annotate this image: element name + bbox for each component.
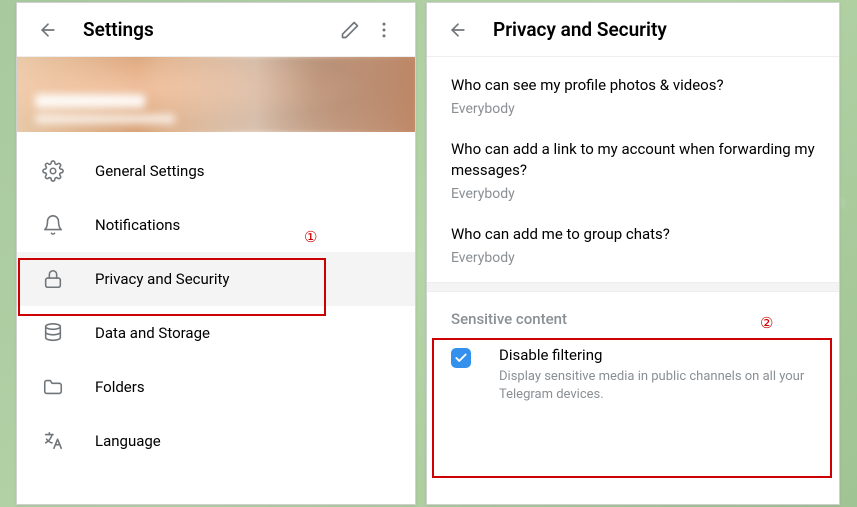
menu-item-label: General Settings (95, 162, 205, 180)
edit-button[interactable] (333, 13, 367, 47)
gear-icon (41, 159, 65, 183)
privacy-title: Privacy and Security (493, 18, 825, 41)
privacy-item-value: Everybody (451, 186, 815, 202)
settings-header: Settings (17, 3, 415, 57)
arrow-left-icon (448, 20, 468, 40)
privacy-item-group-chats[interactable]: Who can add me to group chats? Everybody (427, 206, 839, 270)
checkbox-checked[interactable] (451, 348, 471, 368)
settings-title: Settings (83, 18, 333, 41)
back-button[interactable] (31, 13, 65, 47)
menu-item-folders[interactable]: Folders (17, 360, 415, 414)
menu-item-label: Notifications (95, 216, 180, 234)
privacy-item-label: Who can see my profile photos & videos? (451, 75, 815, 95)
privacy-item-profile-photos[interactable]: Who can see my profile photos & videos? … (427, 57, 839, 121)
lock-icon (41, 267, 65, 291)
checkbox-label: Disable filtering (499, 346, 815, 364)
check-icon (454, 351, 468, 365)
profile-info-blurred (35, 94, 175, 124)
privacy-header: Privacy and Security (427, 3, 839, 57)
arrow-left-icon (38, 20, 58, 40)
menu-item-label: Privacy and Security (95, 270, 230, 288)
menu-item-data-storage[interactable]: Data and Storage (17, 306, 415, 360)
checkbox-description: Display sensitive media in public channe… (499, 368, 815, 404)
privacy-item-label: Who can add a link to my account when fo… (451, 139, 815, 180)
settings-menu: General Settings Notifications Privacy a… (17, 132, 415, 468)
folder-icon (41, 375, 65, 399)
database-icon (41, 321, 65, 345)
menu-item-privacy-security[interactable]: Privacy and Security (17, 252, 415, 306)
annotation-label-2: ② (760, 314, 773, 332)
privacy-panel: Privacy and Security Who can see my prof… (426, 2, 840, 505)
pencil-icon (340, 20, 360, 40)
dots-vertical-icon (374, 20, 394, 40)
settings-panel: Settings General Settings Notifications (16, 2, 416, 505)
section-divider (427, 282, 839, 292)
menu-item-general-settings[interactable]: General Settings (17, 144, 415, 198)
back-button[interactable] (441, 13, 475, 47)
privacy-item-value: Everybody (451, 101, 815, 117)
more-button[interactable] (367, 13, 401, 47)
privacy-item-forward-link[interactable]: Who can add a link to my account when fo… (427, 121, 839, 206)
menu-item-language[interactable]: Language (17, 414, 415, 468)
menu-item-label: Folders (95, 378, 145, 396)
language-icon (41, 429, 65, 453)
annotation-label-1: ① (304, 228, 317, 246)
privacy-item-label: Who can add me to group chats? (451, 224, 815, 244)
disable-filtering-row[interactable]: Disable filtering Display sensitive medi… (427, 334, 839, 412)
sensitive-content-heading: Sensitive content (427, 292, 839, 334)
profile-cover[interactable] (17, 57, 415, 132)
bell-icon (41, 213, 65, 237)
privacy-item-value: Everybody (451, 250, 815, 266)
menu-item-label: Language (95, 432, 161, 450)
menu-item-notifications[interactable]: Notifications (17, 198, 415, 252)
menu-item-label: Data and Storage (95, 324, 210, 342)
